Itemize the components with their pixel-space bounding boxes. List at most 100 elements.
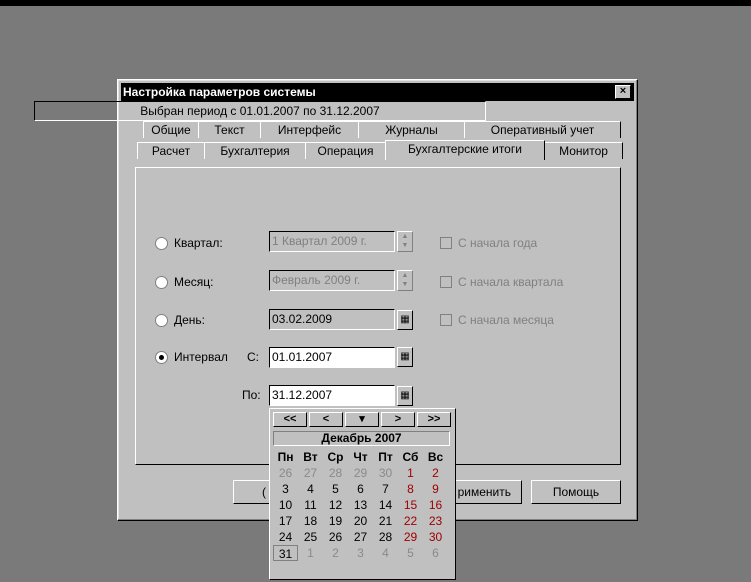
calendar-day[interactable]: 1	[298, 545, 323, 561]
from-month-start-label: С начала месяца	[458, 313, 554, 327]
calendar-day[interactable]: 1	[398, 465, 423, 481]
calendar-day[interactable]: 7	[373, 481, 398, 497]
tab-calculation[interactable]: Расчет	[137, 142, 205, 159]
day-field[interactable]: 03.02.2009	[269, 309, 395, 330]
to-date-field[interactable]: 31.12.2007	[269, 385, 395, 406]
calendar-day[interactable]: 6	[348, 481, 373, 497]
title-bar: Настройка параметров системы ×	[121, 83, 634, 101]
day-calendar-icon[interactable]: ▦	[397, 310, 413, 330]
calendar-day[interactable]: 4	[298, 481, 323, 497]
calendar-day[interactable]: 13	[348, 497, 373, 513]
calendar-day[interactable]: 26	[323, 529, 348, 545]
month-field[interactable]: Февраль 2009 г.	[269, 270, 395, 291]
calendar-day[interactable]: 14	[373, 497, 398, 513]
calendar-day[interactable]: 24	[273, 529, 298, 545]
calendar-day[interactable]: 21	[373, 513, 398, 529]
from-date-field[interactable]: 01.01.2007	[269, 347, 395, 368]
calendar-week-row: 10 11 12 13 14 15 16	[273, 497, 450, 513]
selected-period: Выбран период с 01.01.2007 по 31.12.2007	[34, 101, 486, 121]
next-year-button[interactable]: >>	[417, 412, 451, 427]
quarter-field[interactable]: 1 Квартал 2009 г.	[269, 231, 395, 252]
calendar-day[interactable]: 2	[423, 465, 448, 481]
month-radio[interactable]	[155, 276, 168, 289]
calendar-grid: Пн Вт Ср Чт Пт Сб Вс 26 27 28 29 30 1 2 3 4 5 6 7 8 9 10 11 12 1…	[273, 449, 450, 561]
calendar-day[interactable]: 2	[323, 545, 348, 561]
calendar-day[interactable]: 31	[273, 545, 298, 561]
tab-operation[interactable]: Операция	[305, 142, 386, 159]
from-year-start-label: С начала года	[458, 236, 538, 250]
tab-interface[interactable]: Интерфейс	[260, 121, 359, 138]
calendar-day[interactable]: 3	[273, 481, 298, 497]
month-dropdown-button[interactable]: ▾	[345, 412, 379, 427]
weekday-header-row: Пн Вт Ср Чт Пт Сб Вс	[273, 449, 450, 465]
from-year-start-checkbox[interactable]	[440, 237, 452, 249]
day-label: День:	[174, 313, 206, 327]
to-label: По:	[242, 388, 261, 402]
calendar-day[interactable]: 20	[348, 513, 373, 529]
tab-monitor[interactable]: Монитор	[544, 142, 623, 159]
weekday-label: Сб	[402, 450, 419, 464]
day-radio[interactable]	[155, 314, 168, 327]
from-calendar-icon[interactable]: ▦	[397, 347, 413, 367]
month-label: Месяц:	[174, 275, 214, 289]
from-quarter-start-label: С начала квартала	[458, 275, 564, 289]
calendar-day[interactable]: 22	[398, 513, 423, 529]
quarter-radio[interactable]	[155, 237, 168, 250]
calendar-day[interactable]: 29	[398, 529, 423, 545]
month-spin-icon[interactable]: ▲ ▼	[397, 270, 413, 291]
calendar-day[interactable]: 4	[373, 545, 398, 561]
calendar-week-row: 24 25 26 27 28 29 30	[273, 529, 450, 545]
calendar-day[interactable]: 28	[373, 529, 398, 545]
help-button[interactable]: Помощь	[531, 480, 621, 504]
calendar-day[interactable]: 10	[273, 497, 298, 513]
quarter-spin-icon[interactable]: ▲ ▼	[397, 231, 413, 252]
close-icon[interactable]: ×	[615, 85, 631, 99]
weekday-label: Чт	[353, 450, 368, 464]
tab-text[interactable]: Текст	[198, 121, 261, 138]
calendar-day[interactable]: 6	[423, 545, 448, 561]
weekday-label: Пн	[277, 450, 294, 464]
tab-general[interactable]: Общие	[143, 121, 199, 138]
weekday-label: Пт	[378, 450, 393, 464]
calendar-month-title: Декабрь 2007	[273, 431, 450, 446]
weekday-label: Вс	[427, 450, 444, 464]
next-month-button[interactable]: >	[381, 412, 415, 427]
calendar-day[interactable]: 11	[298, 497, 323, 513]
tab-operational[interactable]: Оперативный учет	[464, 121, 621, 138]
interval-radio[interactable]	[155, 351, 168, 364]
from-month-start-checkbox[interactable]	[440, 314, 452, 326]
weekday-label: Вт	[303, 450, 318, 464]
calendar-day[interactable]: 27	[298, 465, 323, 481]
window-title: Настройка параметров системы	[123, 85, 316, 99]
calendar-day[interactable]: 12	[323, 497, 348, 513]
from-quarter-start-checkbox[interactable]	[440, 276, 452, 288]
calendar-day[interactable]: 15	[398, 497, 423, 513]
calendar-day[interactable]: 19	[323, 513, 348, 529]
calendar-day[interactable]: 23	[423, 513, 448, 529]
tab-accounting-totals[interactable]: Бухгалтерские итоги	[385, 140, 545, 160]
calendar-day[interactable]: 25	[298, 529, 323, 545]
calendar-day[interactable]: 27	[348, 529, 373, 545]
calendar-day[interactable]: 8	[398, 481, 423, 497]
calendar-day[interactable]: 17	[273, 513, 298, 529]
to-calendar-icon[interactable]: ▦	[397, 386, 413, 406]
calendar-week-row: 17 18 19 20 21 22 23	[273, 513, 450, 529]
calendar-day[interactable]: 16	[423, 497, 448, 513]
calendar-day[interactable]: 18	[298, 513, 323, 529]
calendar-day[interactable]: 29	[348, 465, 373, 481]
tab-journals[interactable]: Журналы	[358, 121, 465, 138]
calendar-week-row: 31 1 2 3 4 5 6	[273, 545, 450, 561]
calendar-day[interactable]: 30	[423, 529, 448, 545]
calendar-day[interactable]: 28	[323, 465, 348, 481]
prev-month-button[interactable]: <	[309, 412, 343, 427]
tab-accounting[interactable]: Бухгалтерия	[204, 142, 306, 159]
top-border	[0, 0, 751, 6]
calendar-day[interactable]: 9	[423, 481, 448, 497]
calendar-day[interactable]: 30	[373, 465, 398, 481]
calendar-day[interactable]: 5	[323, 481, 348, 497]
calendar-day[interactable]: 5	[398, 545, 423, 561]
calendar-day[interactable]: 3	[348, 545, 373, 561]
calendar-day[interactable]: 26	[273, 465, 298, 481]
prev-year-button[interactable]: <<	[273, 412, 307, 427]
interval-label: Интервал	[174, 350, 228, 364]
